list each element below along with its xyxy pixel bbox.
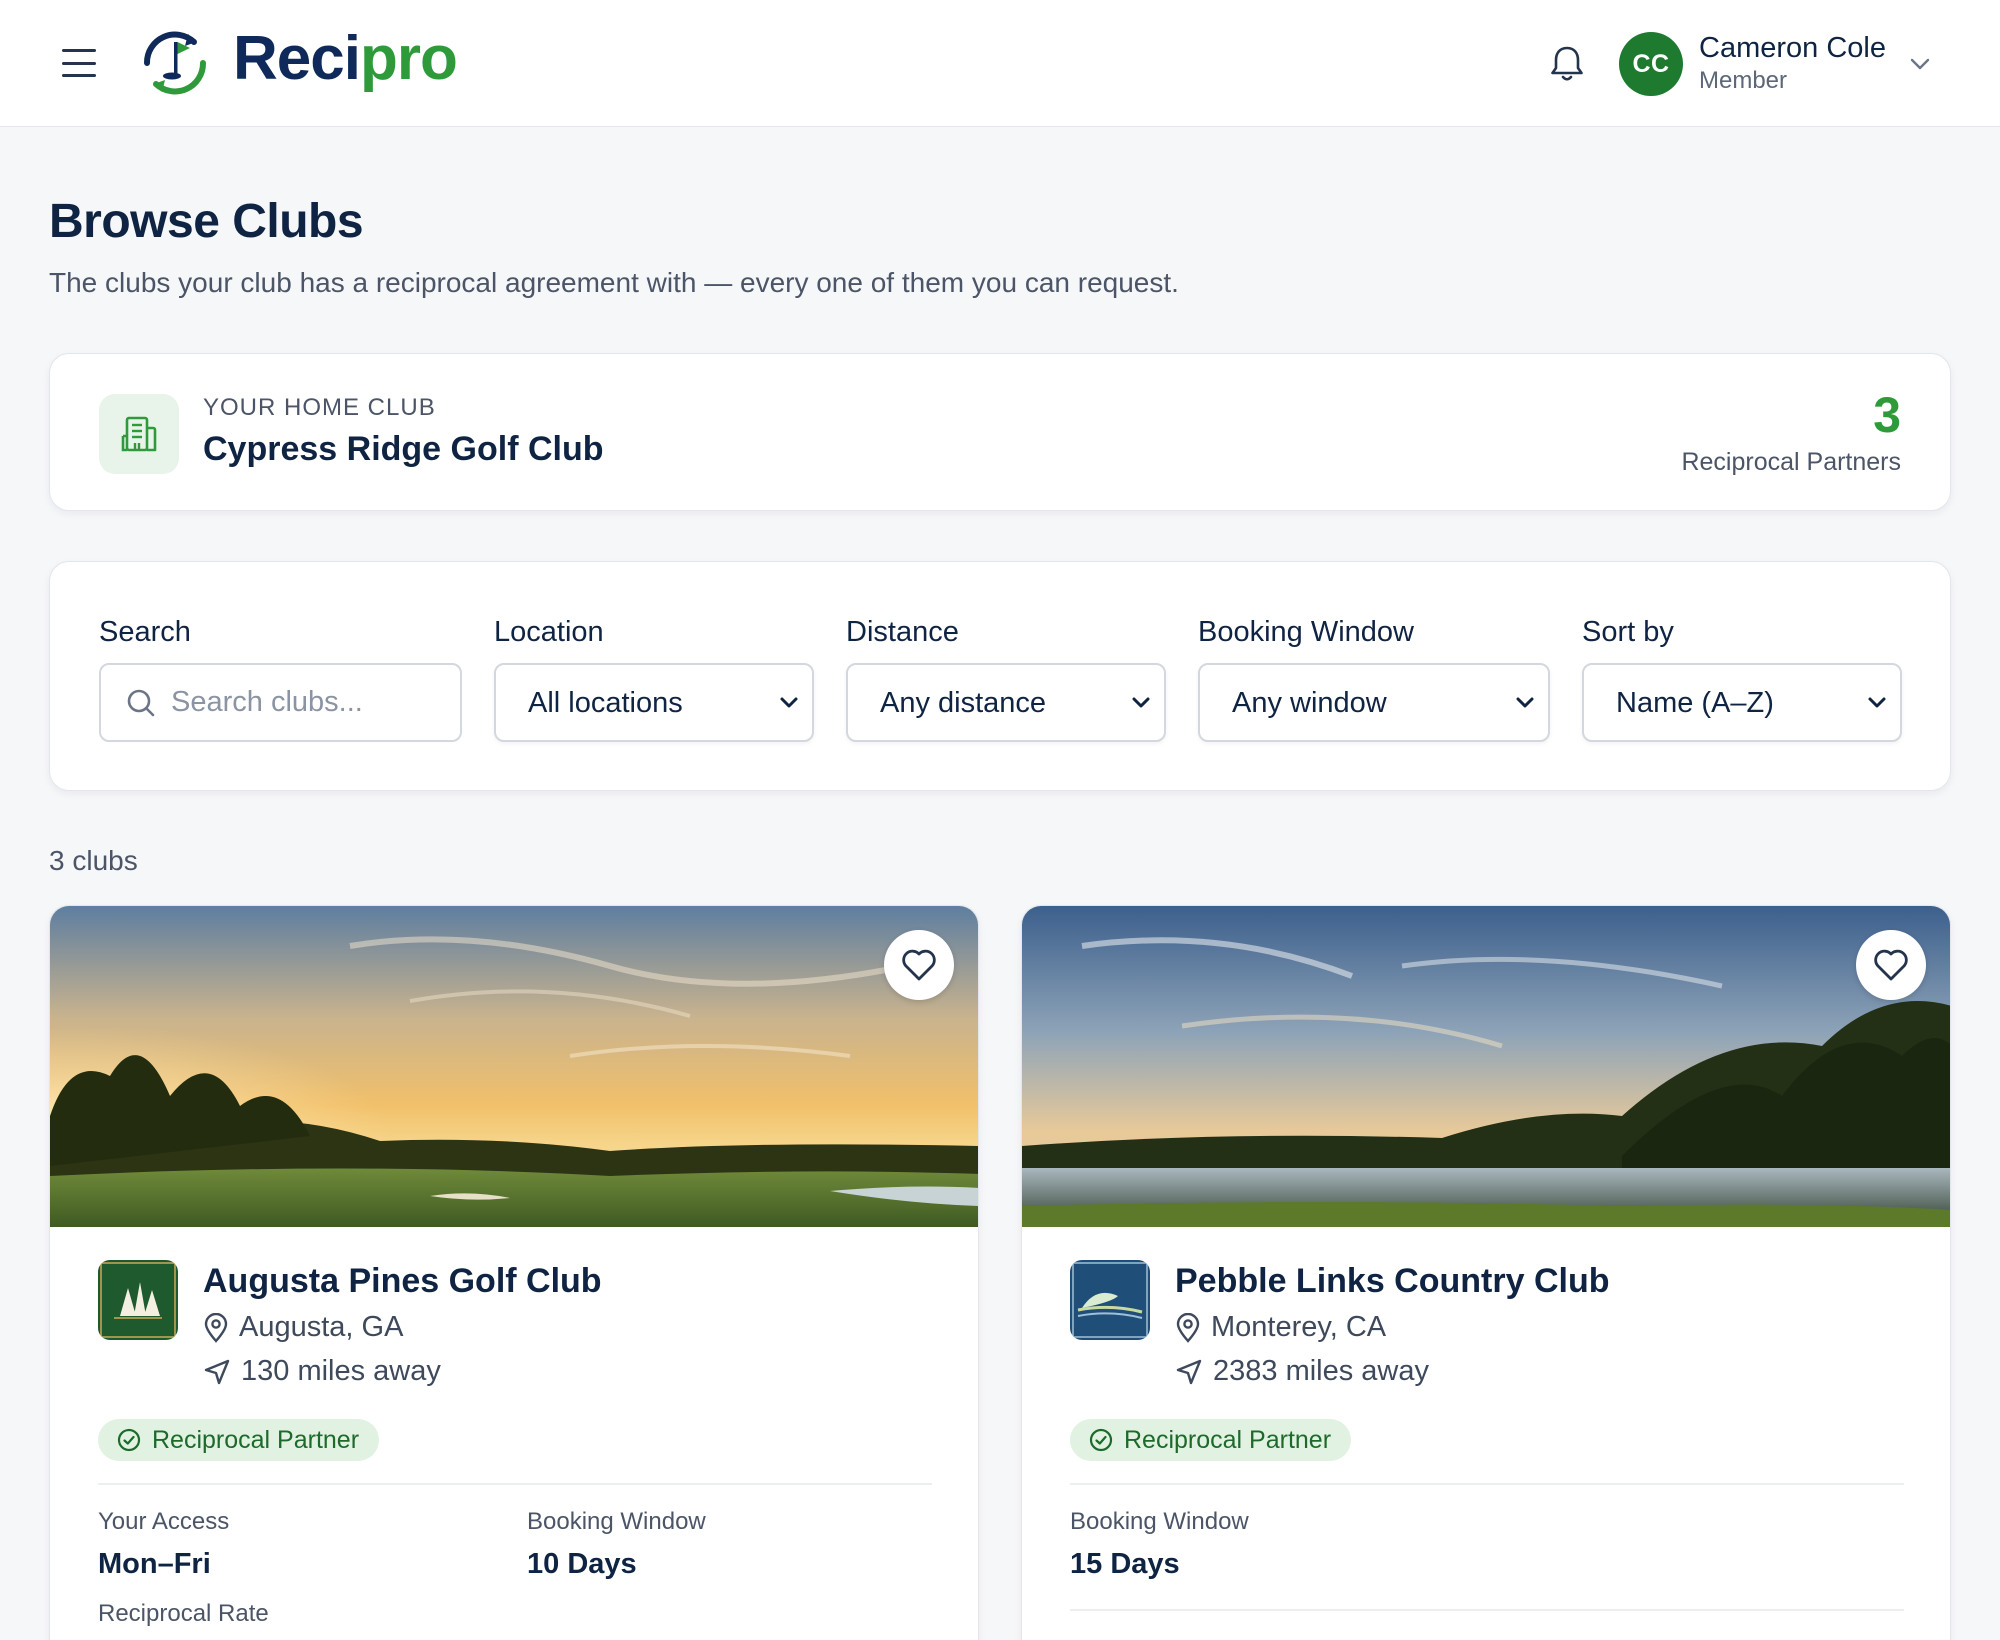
booking-window-label: Booking Window [1070,1508,1249,1535]
location-label: Location [494,616,604,648]
chevron-down-icon [1516,697,1534,708]
club-name[interactable]: Augusta Pines Golf Club [203,1262,602,1301]
booking-window-label: Booking Window [1198,616,1414,648]
club-logo [98,1260,178,1340]
brand-name[interactable]: Recipro [233,28,458,90]
search-input[interactable] [171,665,451,740]
user-name[interactable]: Cameron Cole [1699,32,1886,65]
home-club-label: YOUR HOME CLUB [203,394,436,421]
divider [98,1483,932,1485]
filters-panel: Search Location Distance Booking Window … [49,561,1951,791]
club-location-text: Monterey, CA [1211,1311,1387,1343]
avatar[interactable]: CC [1619,32,1683,96]
access-label: Your Access [98,1508,230,1535]
recipro-logo-icon[interactable] [134,22,216,104]
club-distance: 130 miles away [203,1355,441,1388]
home-club-card: YOUR HOME CLUB Cypress Ridge Golf Club 3… [49,353,1951,511]
sort-select-value: Name (A–Z) [1616,687,1774,719]
search-label: Search [99,616,191,648]
favorite-button[interactable] [884,930,954,1000]
distance-label: Distance [846,616,959,648]
chevron-down-icon [1868,697,1886,708]
hamburger-menu-icon[interactable] [62,49,96,77]
search-field[interactable] [99,663,462,742]
divider [1070,1483,1904,1485]
chevron-down-icon [1132,697,1150,708]
chevron-down-icon[interactable] [1906,52,1934,76]
map-pin-icon [1176,1312,1200,1343]
navigation-arrow-icon [1176,1359,1202,1384]
club-photo [50,906,978,1227]
heart-icon [902,949,936,981]
club-location: Augusta, GA [203,1311,403,1344]
club-distance-text: 2383 miles away [1213,1355,1429,1387]
reciprocal-partners-label: Reciprocal Partners [1681,448,1901,476]
top-bar: Recipro CC Cameron Cole Member [0,0,2000,127]
club-distance: 2383 miles away [1175,1355,1429,1388]
reciprocal-partner-badge: Reciprocal Partner [1070,1419,1352,1461]
booking-window-select-value: Any window [1232,687,1387,719]
sort-label: Sort by [1582,616,1674,648]
bell-icon[interactable] [1545,42,1589,86]
home-club-name: Cypress Ridge Golf Club [203,430,604,468]
club-location: Monterey, CA [1175,1311,1386,1344]
badge-label: Reciprocal Partner [152,1425,360,1454]
club-card[interactable]: Pebble Links Country Club Monterey, CA 2… [1021,905,1951,1640]
distance-select-value: Any distance [880,687,1047,719]
access-value: Mon–Fri [98,1548,211,1580]
club-card[interactable]: Augusta Pines Golf Club Augusta, GA 130 … [49,905,979,1640]
reciprocal-partner-badge: Reciprocal Partner [98,1419,380,1461]
club-photo [1022,906,1950,1227]
club-location-text: Augusta, GA [239,1311,404,1343]
brand-name-part1: Reci [233,24,361,93]
reciprocal-rate-label: Reciprocal Rate [98,1600,269,1627]
divider [1070,1609,1904,1611]
chevron-down-icon [780,697,798,708]
navigation-arrow-icon [204,1359,230,1384]
brand-name-part2: pro [359,24,458,93]
results-count: 3 clubs [49,845,138,876]
location-select[interactable]: All locations [494,663,814,742]
booking-window-label: Booking Window [527,1508,706,1535]
user-role: Member [1699,67,1788,94]
check-circle-icon [117,1428,141,1452]
club-name[interactable]: Pebble Links Country Club [1175,1262,1609,1301]
search-icon [127,689,155,717]
heart-icon [1874,949,1908,981]
booking-window-select[interactable]: Any window [1198,663,1550,742]
club-logo [1070,1260,1150,1340]
sort-select[interactable]: Name (A–Z) [1582,663,1902,742]
favorite-button[interactable] [1856,930,1926,1000]
booking-window-value: 10 Days [527,1548,637,1580]
building-icon [99,394,179,474]
badge-label: Reciprocal Partner [1124,1425,1332,1454]
page-subtitle: The clubs your club has a reciprocal agr… [49,267,1179,298]
map-pin-icon [204,1312,228,1343]
distance-select[interactable]: Any distance [846,663,1166,742]
reciprocal-partners-count: 3 [1873,387,1901,443]
location-select-value: All locations [528,687,683,719]
booking-window-value: 15 Days [1070,1548,1180,1580]
page-title: Browse Clubs [49,195,364,248]
check-circle-icon [1089,1428,1113,1452]
club-distance-text: 130 miles away [241,1355,441,1387]
